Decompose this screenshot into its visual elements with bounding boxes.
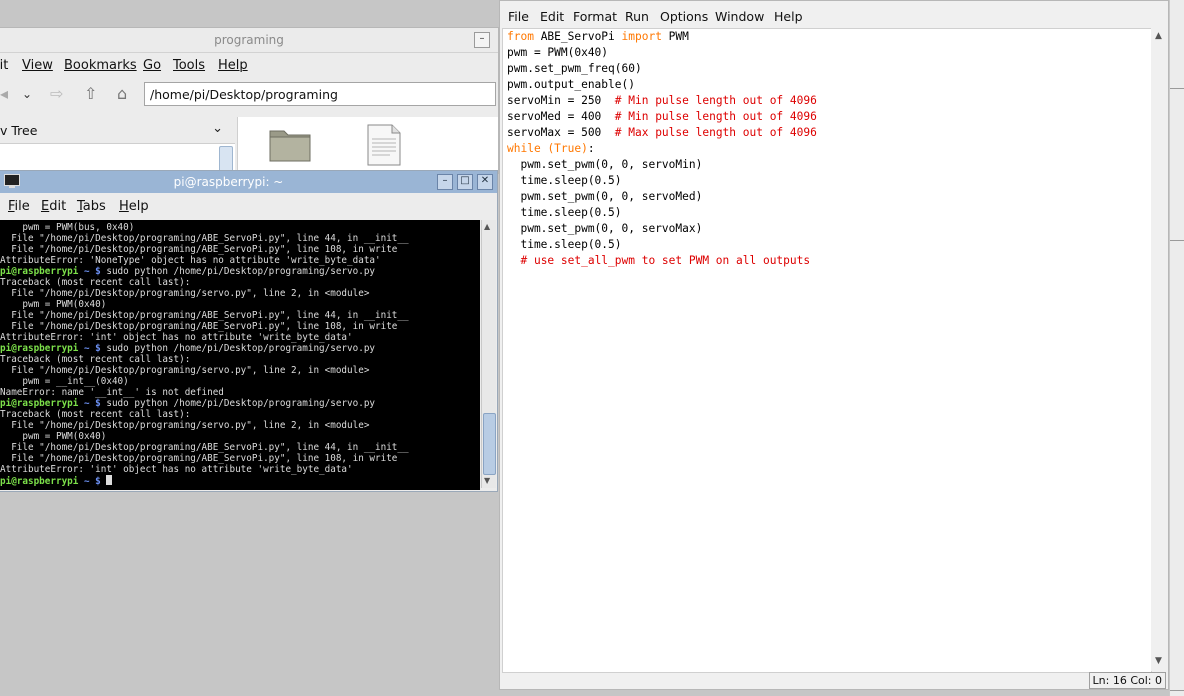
scroll-up-arrow-icon[interactable]: ▲ <box>1155 31 1162 41</box>
terminal-menu-help[interactable]: Help <box>119 199 149 214</box>
idle-menu-file[interactable]: File <box>508 9 529 24</box>
code-line: # use set_all_pwm to set PWM on all outp… <box>520 254 811 267</box>
terminal-cursor <box>106 475 113 485</box>
terminal-line: pwm = PWM(0x40) <box>0 299 107 310</box>
code-line: from ABE_ServoPi import PWM <box>507 30 689 43</box>
code-line: while (True): <box>507 142 595 155</box>
terminal-line: NameError: name '__int__' is not defined <box>0 387 224 398</box>
chevron-down-icon: ⌄ <box>212 121 223 136</box>
menu-view[interactable]: View <box>22 58 53 73</box>
cursor-position: Ln: 16 Col: 0 <box>1088 672 1166 689</box>
idle-statusbar: Ln: 16 Col: 0 <box>500 671 1168 689</box>
terminal-scroll-thumb[interactable] <box>483 413 496 475</box>
scroll-down-arrow-icon[interactable]: ▼ <box>484 476 490 485</box>
minimize-button[interactable]: – <box>474 32 490 48</box>
background-window-edge <box>1169 0 1184 696</box>
idle-menu-run[interactable]: Run <box>625 9 649 24</box>
code-line: pwm.set_pwm(0, 0, servoMax) <box>507 222 703 235</box>
scroll-up-arrow-icon[interactable]: ▲ <box>484 222 490 231</box>
terminal-line: Traceback (most recent call last): <box>0 354 191 365</box>
file-manager-menubar: lit View Bookmarks Go Tools Help <box>0 53 498 78</box>
idle-editor-window: File Edit Format Run Options Window Help… <box>499 0 1169 690</box>
path-input[interactable]: /home/pi/Desktop/programing <box>144 82 496 106</box>
code-line: pwm.output_enable() <box>507 78 635 91</box>
idle-menu-options[interactable]: Options <box>660 9 708 24</box>
file-icon-pane <box>238 117 498 173</box>
sidepane-mode-select[interactable]: v Tree ⌄ <box>0 117 235 144</box>
terminal-line: pwm = __int__(0x40) <box>0 376 129 387</box>
editor-scrollbar[interactable]: ▲ ▼ <box>1151 28 1167 671</box>
code-editor[interactable]: from ABE_ServoPi import PWM pwm = PWM(0x4… <box>502 28 1152 673</box>
terminal-title: pi@raspberrypi: ~ <box>173 175 284 189</box>
terminal-output[interactable]: pwm = PWM(bus, 0x40) File "/home/pi/Desk… <box>0 220 480 490</box>
idle-menu-window[interactable]: Window <box>715 9 764 24</box>
terminal-line: File "/home/pi/Desktop/programing/ABE_Se… <box>0 244 398 255</box>
terminal-menu-edit[interactable]: Edit <box>41 199 66 214</box>
menu-go[interactable]: Go <box>143 58 161 73</box>
minimize-button[interactable]: – <box>437 174 453 190</box>
terminal-line: File "/home/pi/Desktop/programing/servo.… <box>0 365 370 376</box>
idle-menu-format[interactable]: Format <box>573 9 617 24</box>
terminal-line: Traceback (most recent call last): <box>0 409 191 420</box>
terminal-line: Traceback (most recent call last): <box>0 277 191 288</box>
code-line: servoMax = 500 # Max pulse length out of… <box>507 126 817 139</box>
code-line: pwm.set_pwm_freq(60) <box>507 62 642 75</box>
maximize-button[interactable]: □ <box>457 174 473 190</box>
chevron-down-icon[interactable]: ⌄ <box>22 87 32 101</box>
terminal-line: pwm = PWM(bus, 0x40) <box>0 222 135 233</box>
code-line: time.sleep(0.5) <box>507 238 622 251</box>
menu-edit-partial[interactable]: lit <box>0 58 8 73</box>
terminal-line: pi@raspberrypi ~ $ <box>0 475 480 487</box>
home-icon[interactable]: ⌂ <box>117 84 127 103</box>
back-icon[interactable]: ◂ <box>0 84 8 103</box>
terminal-line: pi@raspberrypi ~ $ sudo python /home/pi/… <box>0 343 376 354</box>
sidepane-mode-label: v Tree <box>0 123 38 138</box>
code-line: pwm.set_pwm(0, 0, servoMin) <box>507 158 703 171</box>
terminal-line: File "/home/pi/Desktop/programing/ABE_Se… <box>0 310 409 321</box>
menu-help[interactable]: Help <box>218 58 248 73</box>
close-button[interactable]: ✕ <box>477 174 493 190</box>
file-manager-window: programing – lit View Bookmarks Go Tools… <box>0 27 499 174</box>
file-manager-toolbar: ◂ ⌄ ⇨ ⇧ ⌂ /home/pi/Desktop/programing <box>0 78 498 110</box>
terminal-line: AttributeError: 'NoneType' object has no… <box>0 255 381 266</box>
terminal-line: File "/home/pi/Desktop/programing/ABE_Se… <box>0 321 398 332</box>
code-line: pwm.set_pwm(0, 0, servoMed) <box>507 190 703 203</box>
file-manager-titlebar[interactable]: programing – <box>0 28 498 53</box>
idle-menu-help[interactable]: Help <box>774 9 803 24</box>
up-icon[interactable]: ⇧ <box>84 84 97 103</box>
menu-tools[interactable]: Tools <box>173 58 205 73</box>
terminal-line: pi@raspberrypi ~ $ sudo python /home/pi/… <box>0 266 376 277</box>
terminal-line: AttributeError: 'int' object has no attr… <box>0 332 353 343</box>
idle-menubar: File Edit Format Run Options Window Help <box>500 1 1168 28</box>
terminal-menubar: File Edit Tabs Help <box>0 193 497 219</box>
terminal-window: pi@raspberrypi: ~ – □ ✕ File Edit Tabs H… <box>0 170 498 492</box>
code-line: servoMed = 400 # Min pulse length out of… <box>507 110 817 123</box>
terminal-titlebar[interactable]: pi@raspberrypi: ~ – □ ✕ <box>0 171 497 193</box>
terminal-line: File "/home/pi/Desktop/programing/ABE_Se… <box>0 233 409 244</box>
file-manager-title: programing <box>214 33 284 47</box>
terminal-menu-tabs[interactable]: Tabs <box>77 199 106 214</box>
terminal-line: pi@raspberrypi ~ $ sudo python /home/pi/… <box>0 398 376 409</box>
terminal-line: File "/home/pi/Desktop/programing/ABE_Se… <box>0 442 409 453</box>
terminal-line: File "/home/pi/Desktop/programing/ABE_Se… <box>0 453 398 464</box>
terminal-line: pwm = PWM(0x40) <box>0 431 107 442</box>
code-line: pwm = PWM(0x40) <box>507 46 609 59</box>
code-line: time.sleep(0.5) <box>507 206 622 219</box>
folder-icon[interactable] <box>268 125 312 163</box>
document-icon[interactable] <box>366 123 402 167</box>
scroll-down-arrow-icon[interactable]: ▼ <box>1155 656 1162 666</box>
code-line: servoMin = 250 # Min pulse length out of… <box>507 94 817 107</box>
terminal-line: AttributeError: 'int' object has no attr… <box>0 464 353 475</box>
terminal-line: File "/home/pi/Desktop/programing/servo.… <box>0 288 370 299</box>
forward-icon[interactable]: ⇨ <box>50 84 63 103</box>
menu-bookmarks[interactable]: Bookmarks <box>64 58 137 73</box>
code-line: time.sleep(0.5) <box>507 174 622 187</box>
terminal-menu-file[interactable]: File <box>8 199 30 214</box>
side-pane: v Tree ⌄ <box>0 117 238 173</box>
idle-menu-edit[interactable]: Edit <box>540 9 564 24</box>
terminal-line: File "/home/pi/Desktop/programing/servo.… <box>0 420 370 431</box>
terminal-scrollbar[interactable]: ▲ ▼ <box>481 220 496 488</box>
